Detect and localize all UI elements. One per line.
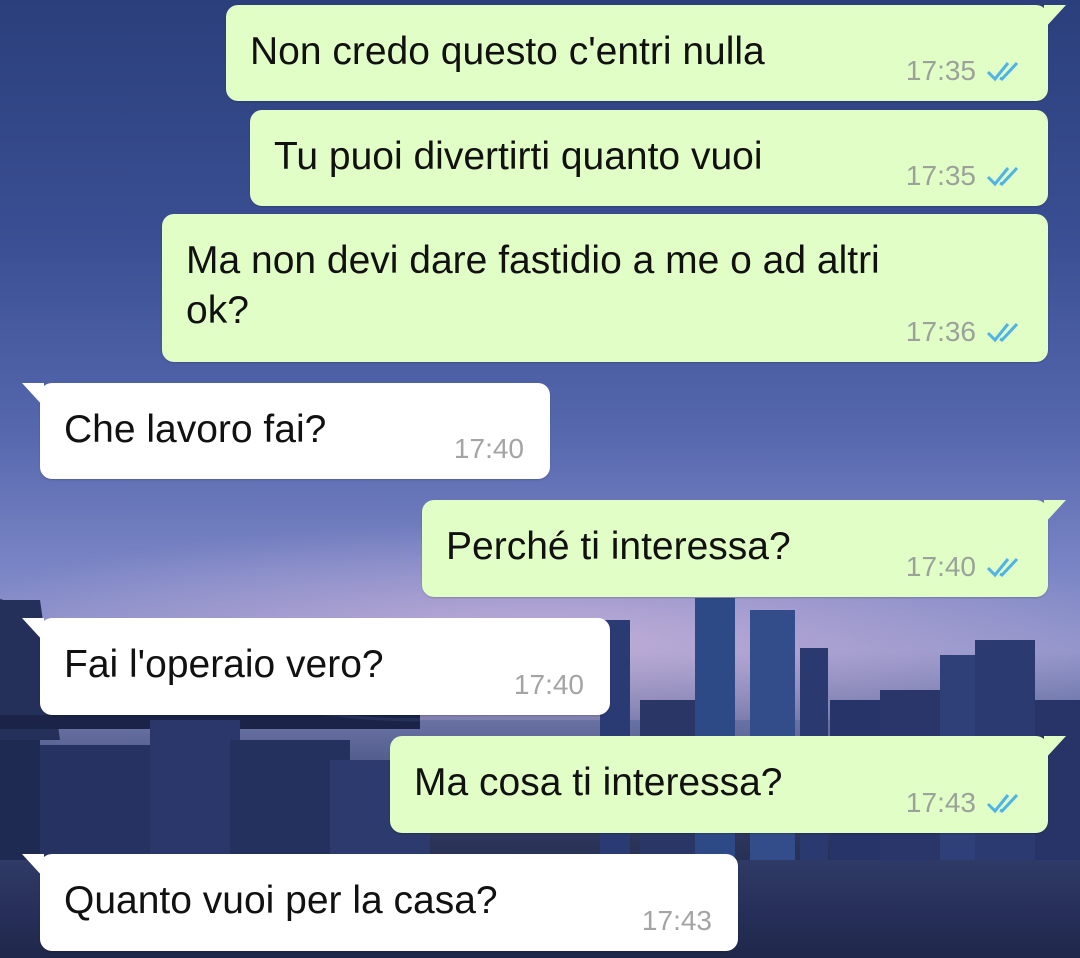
- message-timestamp: 17:43: [641, 905, 712, 936]
- message-text: Quanto vuoi per la casa?: [64, 879, 498, 922]
- message-bubble-outgoing[interactable]: Ma cosa ti interessa? 17:43: [390, 736, 1066, 833]
- message-meta: 17:40: [514, 669, 584, 701]
- message-text: Tu puoi divertirti quanto vuoi: [274, 135, 763, 178]
- message-timestamp: 17:35: [905, 160, 976, 191]
- message-text: Non credo questo c'entri nulla: [250, 30, 765, 73]
- message-bubble-outgoing[interactable]: Ma non devi dare fastidio a me o ad altr…: [162, 214, 1048, 362]
- message-text: Che lavoro fai?: [64, 408, 327, 451]
- message-meta: 17:43: [906, 787, 1026, 819]
- message-bubble-outgoing[interactable]: Tu puoi divertirti quanto vuoi 17:35: [250, 110, 1048, 206]
- message-bubble-outgoing[interactable]: Perché ti interessa? 17:40: [422, 500, 1066, 597]
- read-ticks-icon: [986, 320, 1026, 344]
- message-meta: 17:35: [906, 160, 1026, 192]
- message-timestamp: 17:40: [905, 551, 976, 582]
- bubble-tail: [22, 618, 44, 642]
- read-ticks-icon: [986, 164, 1026, 188]
- message-text: Fai l'operaio vero?: [64, 643, 384, 686]
- message-meta: 17:40: [454, 433, 524, 465]
- bubble-tail: [1044, 736, 1066, 760]
- message-timestamp: 17:36: [905, 316, 976, 347]
- message-meta: 17:40: [906, 551, 1026, 583]
- bubble-tail: [1044, 5, 1066, 29]
- message-text: Ma non devi dare fastidio a me o ad altr…: [186, 239, 880, 332]
- message-bubble-incoming[interactable]: Fai l'operaio vero? 17:40: [22, 618, 610, 715]
- read-ticks-icon: [986, 59, 1026, 83]
- message-bubble-incoming[interactable]: Che lavoro fai? 17:40: [22, 383, 550, 479]
- bubble-tail: [22, 383, 44, 407]
- message-text: Perché ti interessa?: [446, 525, 791, 568]
- message-timestamp: 17:40: [453, 433, 524, 464]
- message-timestamp: 17:43: [905, 787, 976, 818]
- message-bubble-incoming[interactable]: Quanto vuoi per la casa? 17:43: [22, 854, 738, 951]
- message-timestamp: 17:40: [513, 669, 584, 700]
- bubble-tail: [1044, 500, 1066, 524]
- conversation: Non credo questo c'entri nulla 17:35 Tu …: [0, 0, 1080, 958]
- message-timestamp: 17:35: [905, 55, 976, 86]
- bubble-tail: [22, 854, 44, 878]
- message-bubble-outgoing[interactable]: Non credo questo c'entri nulla 17:35: [226, 5, 1066, 101]
- read-ticks-icon: [986, 555, 1026, 579]
- message-text: Ma cosa ti interessa?: [414, 761, 783, 804]
- message-meta: 17:35: [906, 55, 1026, 87]
- message-meta: 17:36: [906, 316, 1026, 348]
- message-meta: 17:43: [642, 905, 712, 937]
- read-ticks-icon: [986, 791, 1026, 815]
